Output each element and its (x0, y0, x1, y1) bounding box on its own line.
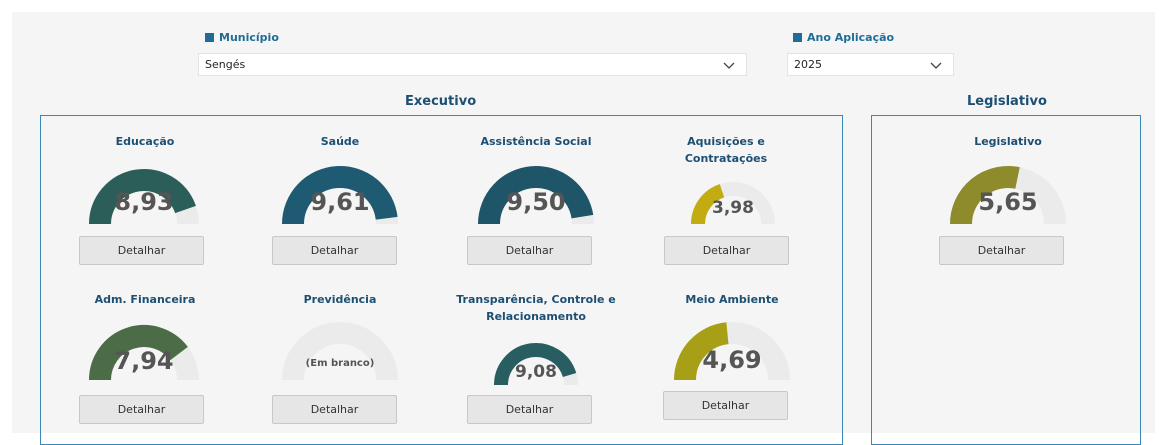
aquisicoes-gauge-title: Aquisições e Contratações (684, 135, 768, 165)
saude-detalhar-button[interactable]: Detalhar (272, 236, 397, 265)
adm-financeira-gauge-value: 7,94 (114, 347, 174, 375)
meio-ambiente-gauge-value: 4,69 (702, 346, 762, 374)
ano-dropdown[interactable]: 2025 (787, 53, 954, 76)
legislativo-gauge-value: 5,65 (978, 188, 1038, 216)
ano-filter-label: Ano Aplicação (793, 31, 894, 44)
chevron-down-icon (930, 62, 942, 69)
municipio-selected-value: Sengés (205, 58, 246, 71)
filter-square-icon (205, 33, 214, 42)
transparencia-detalhar-button[interactable]: Detalhar (467, 395, 592, 424)
municipio-label-text: Município (219, 31, 279, 44)
saude-gauge-value: 9,61 (310, 188, 370, 216)
previdencia-detalhar-button[interactable]: Detalhar (272, 395, 397, 424)
assistencia-gauge-title: Assistência Social (480, 135, 592, 148)
aquisicoes-gauge-value: 3,98 (712, 198, 754, 218)
legislativo-section-title: Legislativo (967, 94, 1047, 109)
previdencia-gauge-value: (Em branco) (305, 358, 375, 369)
previdencia-gauge-track (282, 322, 398, 381)
adm-financeira-gauge-title: Adm. Financeira (94, 293, 196, 306)
meio-ambiente-gauge-title: Meio Ambiente (685, 293, 779, 306)
filter-square-icon (793, 33, 802, 42)
educacao-gauge-value: 8,93 (114, 188, 174, 216)
ano-label-text: Ano Aplicação (807, 31, 895, 44)
aquisicoes-detalhar-button[interactable]: Detalhar (664, 236, 789, 265)
municipio-filter-label: Município (205, 31, 279, 44)
chevron-down-icon (723, 62, 735, 69)
legislativo-gauge-title: Legislativo (974, 135, 1042, 148)
saude-gauge-title: Saúde (320, 135, 360, 148)
assistencia-detalhar-button[interactable]: Detalhar (467, 236, 592, 265)
previdencia-gauge (282, 322, 398, 381)
executivo-section-title: Executivo (405, 94, 477, 109)
assistencia-gauge-value: 9,50 (506, 188, 566, 216)
legislativo-detalhar-button[interactable]: Detalhar (939, 236, 1064, 265)
municipio-dropdown[interactable]: Sengés (198, 53, 747, 76)
previdencia-gauge-title: Previdência (303, 293, 377, 306)
educacao-detalhar-button[interactable]: Detalhar (79, 236, 204, 265)
adm-financeira-detalhar-button[interactable]: Detalhar (79, 395, 204, 424)
transparencia-gauge-value: 9,08 (515, 362, 557, 382)
transparencia-gauge-title: Transparência, Controle e Relacionamento (456, 293, 616, 323)
ano-selected-value: 2025 (794, 58, 822, 71)
educacao-gauge-title: Educação (115, 135, 175, 148)
meio-ambiente-detalhar-button[interactable]: Detalhar (663, 391, 788, 420)
